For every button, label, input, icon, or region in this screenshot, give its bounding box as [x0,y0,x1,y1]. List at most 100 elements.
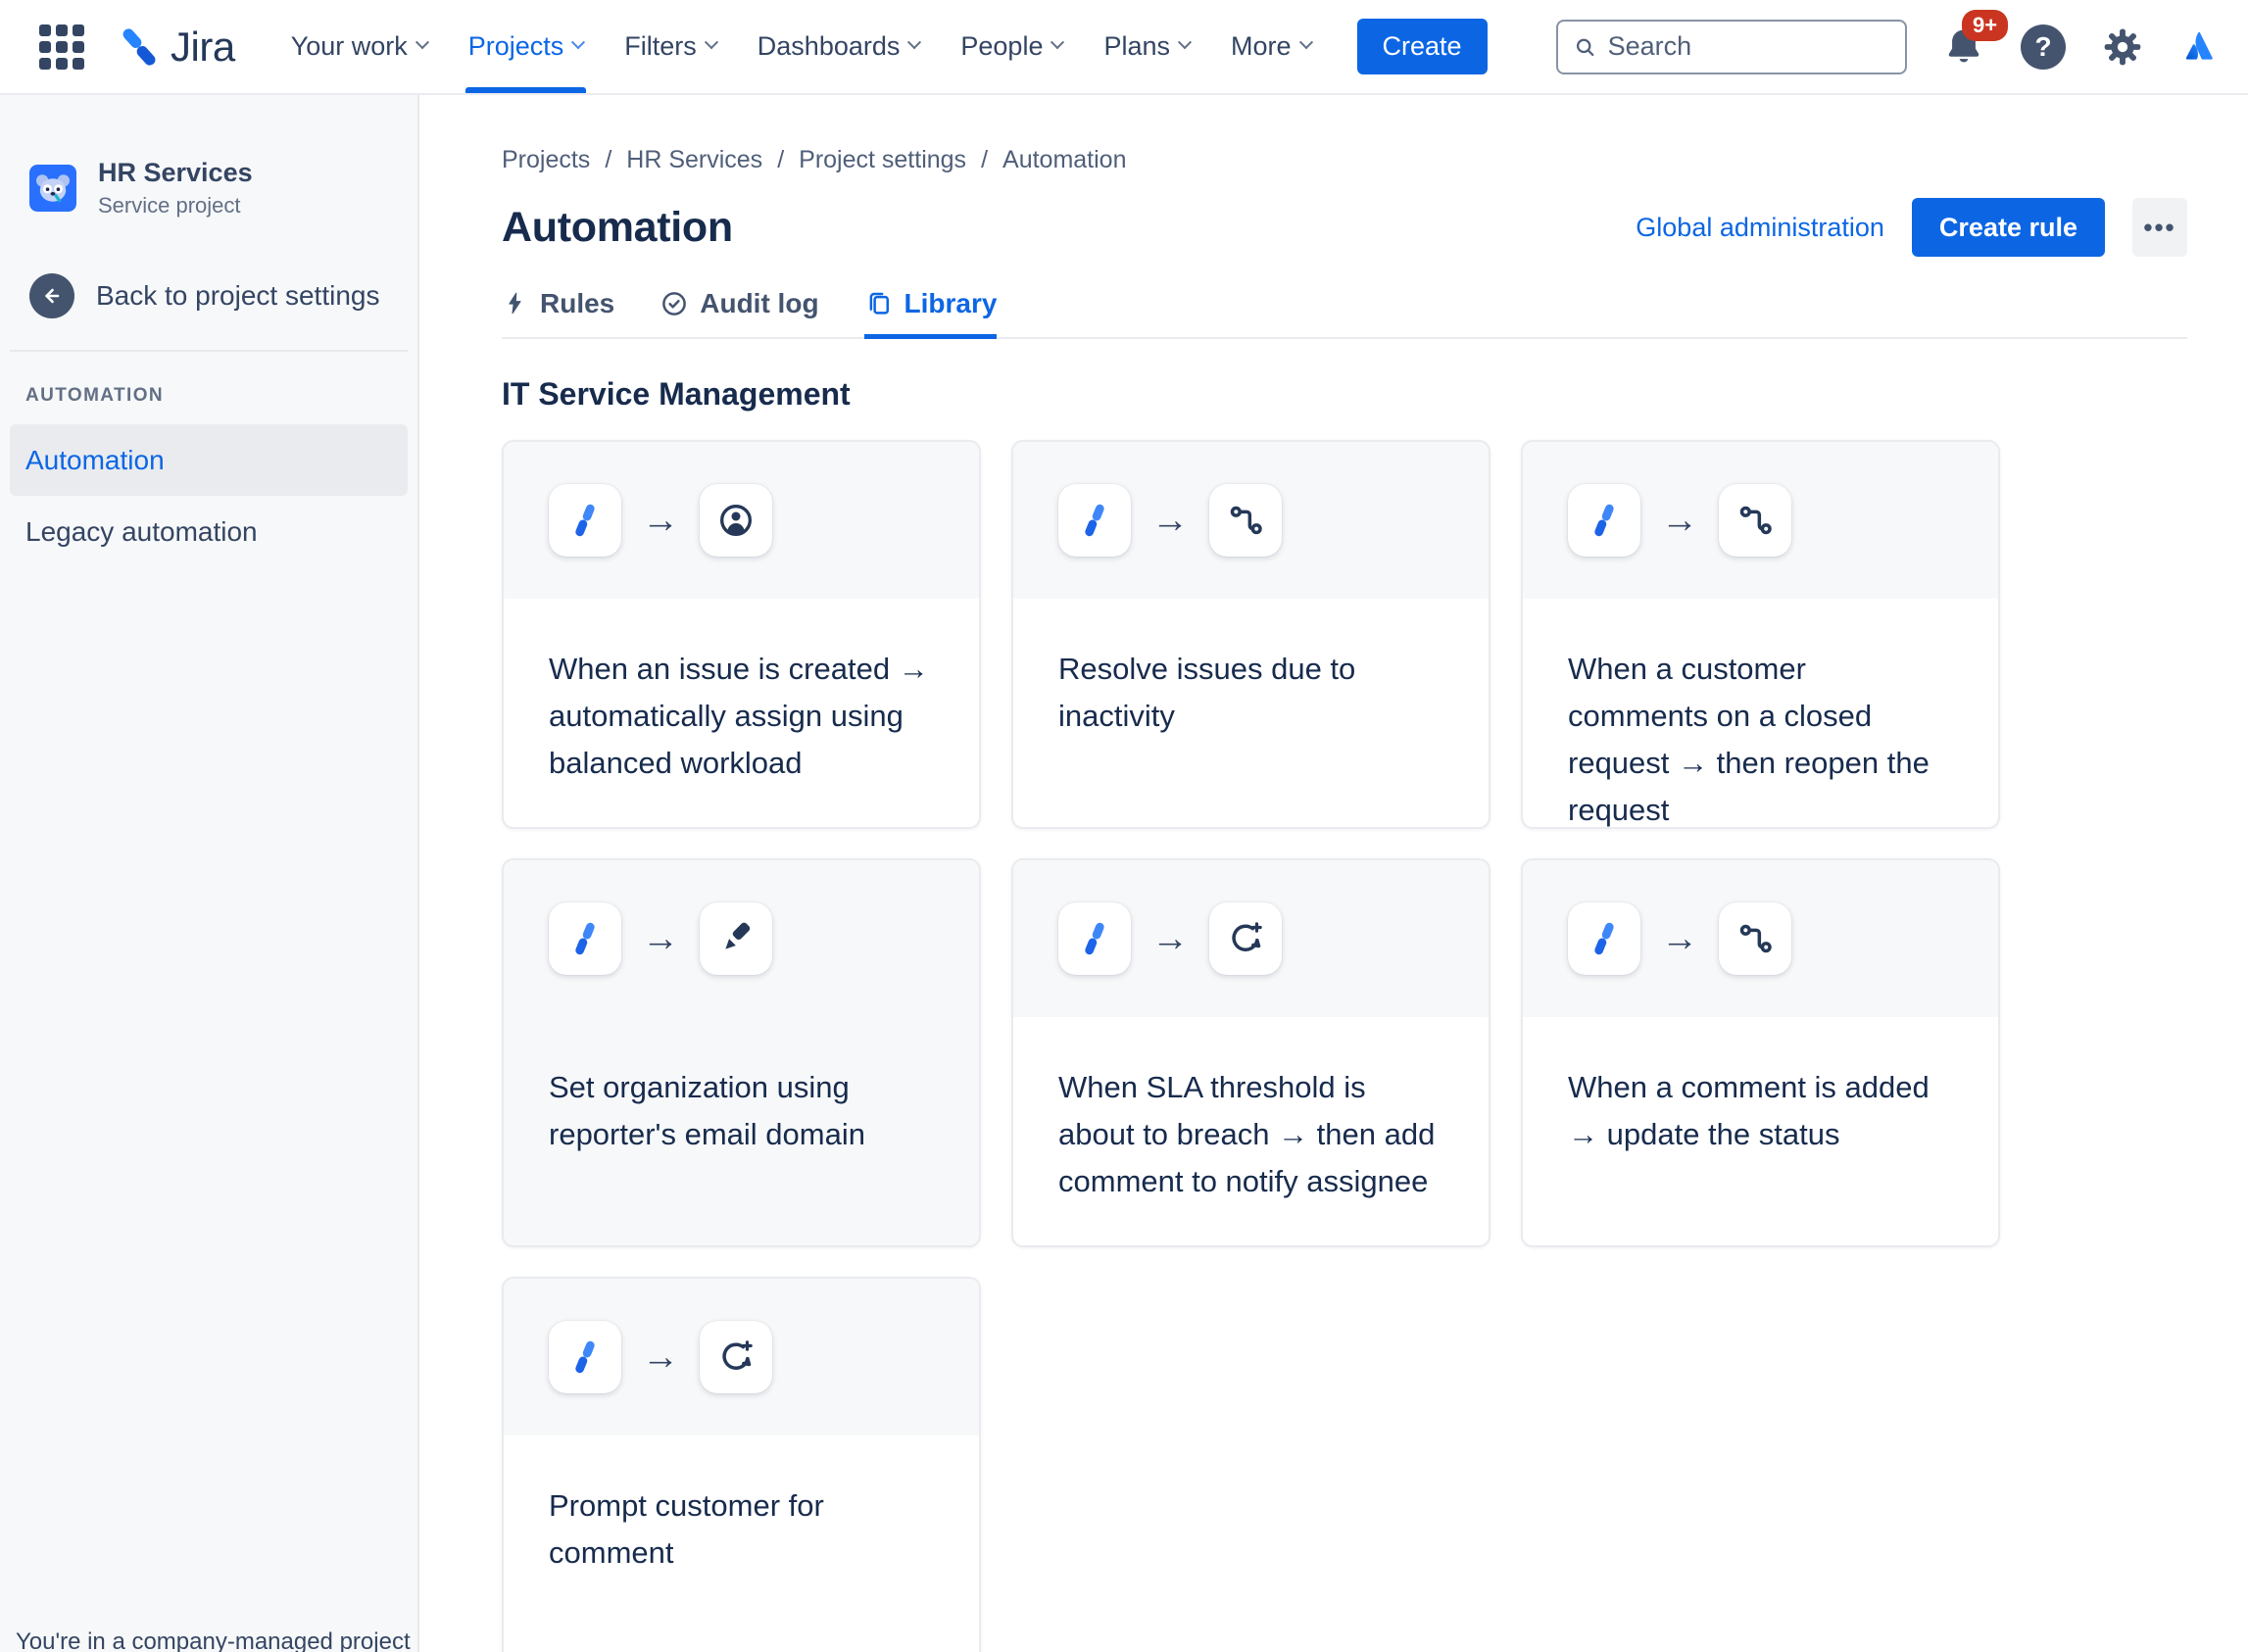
sidebar-item-legacy-automation[interactable]: Legacy automation [10,496,408,567]
add-comment-icon [1232,922,1262,951]
jira-logo-mark [122,27,156,66]
automation-trigger-icon [1594,922,1614,955]
help-button[interactable]: ? [2021,24,2066,70]
chevron-down-icon [571,34,586,49]
template-card-title: Resolve issues due to inactivity [1058,652,1356,733]
template-card-title: When an issue is created → automatically… [549,652,929,780]
template-card[interactable]: → Prompt customer for comment [502,1277,981,1652]
automation-trigger-icon [1085,504,1104,537]
breadcrumb-projects[interactable]: Projects [502,146,590,174]
chevron-down-icon [1051,34,1065,49]
chevron-down-icon [415,34,429,49]
arrow-right-icon: → [1661,918,1698,959]
workflow-transition-icon [1739,506,1772,535]
arrow-right-icon: → [642,918,679,959]
project-type: Service project [98,193,241,218]
project-header: HR Services Service project [29,158,417,219]
template-card-title: When a comment is added → update the sta… [1568,1070,1930,1151]
template-card[interactable]: → Set organization using reporter's emai… [502,858,981,1247]
automation-tabs: Rules Audit log Library [502,288,2187,339]
notification-badge: 9+ [1962,9,2009,41]
create-button[interactable]: Create [1356,19,1488,74]
template-card[interactable]: → Resolve issues due to inactivity [1011,440,1491,829]
automation-trigger-icon [1594,504,1614,537]
sidebar-section-header: AUTOMATION [25,385,165,406]
create-rule-button[interactable]: Create rule [1911,198,2105,257]
tab-library[interactable]: Library [863,288,998,339]
koala-avatar-icon [29,165,76,212]
automation-trigger-icon [575,922,595,955]
main-content: Projects / HR Services / Project setting… [419,95,2248,1652]
tab-rules[interactable]: Rules [502,288,614,339]
sidebar-nav: Automation Legacy automation [0,424,417,567]
template-card-title: Prompt customer for comment [549,1488,824,1570]
tab-audit-log[interactable]: Audit log [660,288,819,339]
nav-item-plans[interactable]: Plans [1083,0,1210,93]
arrow-left-icon [29,273,74,318]
nav-item-people[interactable]: People [940,0,1083,93]
lightning-icon [509,292,521,315]
chevron-down-icon [704,34,718,49]
workflow-transition-icon [1230,506,1262,535]
template-card[interactable]: → When SLA threshold is about to breach … [1011,858,1491,1247]
breadcrumb-automation: Automation [1002,146,1127,173]
pages-icon [869,292,889,315]
automation-trigger-icon [1085,922,1104,955]
chevron-down-icon [1298,34,1313,49]
top-navigation: Jira Your work Projects Filters Dashboar… [0,0,2248,95]
breadcrumb: Projects / HR Services / Project setting… [502,146,1127,174]
automation-trigger-icon [575,1340,595,1374]
template-card-title: Set organization using reporter's email … [549,1070,865,1151]
workflow-transition-icon [1739,924,1772,953]
arrow-right-icon: → [642,1336,679,1378]
search-box[interactable] [1556,19,1907,74]
nav-item-filters[interactable]: Filters [604,0,737,93]
sidebar-item-automation[interactable]: Automation [10,424,408,496]
arrow-right-icon: → [1661,500,1698,541]
global-administration-link[interactable]: Global administration [1636,213,1884,243]
ellipsis-icon: ••• [2143,212,2176,242]
search-input[interactable] [1607,31,1891,62]
page-title: Automation [502,203,733,251]
automation-trigger-icon [575,504,595,537]
jira-logo[interactable]: Jira [108,22,241,73]
search-icon [1576,38,1594,56]
template-card-title: When SLA threshold is about to breach → … [1058,1070,1436,1198]
section-title: IT Service Management [502,376,851,412]
add-comment-icon [722,1340,753,1370]
template-card-title: When a customer comments on a closed req… [1568,652,1930,827]
jira-wordmark: Jira [171,23,235,70]
nav-item-more[interactable]: More [1210,0,1332,93]
app-switcher-icon[interactable] [29,15,94,79]
assignee-icon [719,504,753,537]
project-type-note: You're in a company-managed project [16,1628,411,1652]
more-options-button[interactable]: ••• [2132,198,2187,257]
template-card[interactable]: → When a customer comments on a closed r… [1521,440,2000,829]
breadcrumb-hr-services[interactable]: HR Services [626,146,762,174]
primary-nav: Your work Projects Filters Dashboards Pe… [270,0,1332,93]
settings-button[interactable] [2101,25,2144,69]
project-sidebar: HR Services Service project Back to proj… [0,95,419,1652]
project-name: HR Services [98,158,253,187]
arrow-right-icon: → [1151,918,1189,959]
project-avatar [29,165,76,212]
breadcrumb-project-settings[interactable]: Project settings [799,146,966,174]
template-card[interactable]: → When an issue is created → automatical… [502,440,981,829]
template-card[interactable]: → When a comment is added → update the s… [1521,858,2000,1247]
sidebar-divider [10,350,408,352]
atlassian-logo [2185,31,2213,60]
notifications-button[interactable]: 9+ [1942,9,2009,69]
nav-item-your-work[interactable]: Your work [270,0,448,93]
gear-icon [2104,28,2141,65]
chevron-down-icon [1177,34,1193,49]
nav-item-projects[interactable]: Projects [448,0,605,93]
check-circle-icon [662,292,687,316]
back-to-project-settings[interactable]: Back to project settings [29,273,417,318]
edit-icon [725,922,751,949]
template-card-grid: → When an issue is created → automatical… [502,440,2187,1652]
arrow-right-icon: → [1151,500,1189,541]
arrow-right-icon: → [642,500,679,541]
chevron-down-icon [907,34,922,49]
nav-item-dashboards[interactable]: Dashboards [737,0,941,93]
help-icon: ? [2021,24,2066,70]
